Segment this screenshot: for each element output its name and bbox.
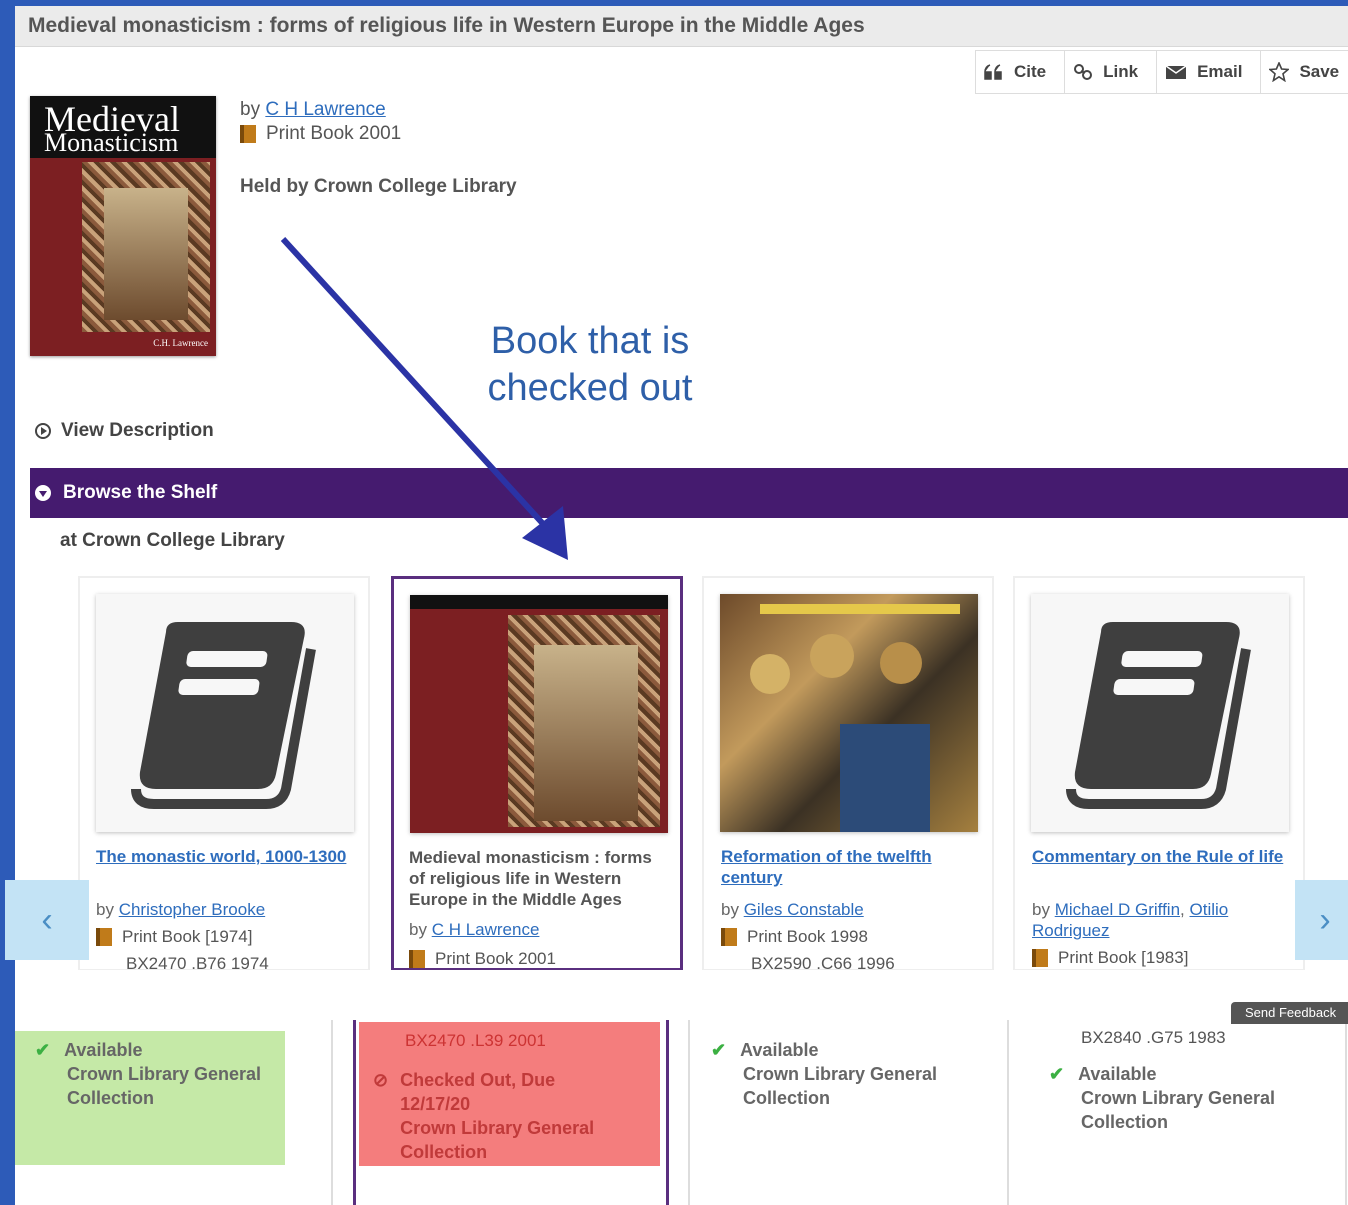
view-description-toggle[interactable]: View Description: [35, 420, 214, 442]
book-icon: [131, 622, 316, 809]
print-book-icon: [1032, 949, 1048, 967]
check-icon: ✔: [35, 1040, 51, 1060]
card-format: Print Book [1974]: [96, 927, 252, 947]
page: Medieval monasticism : forms of religiou…: [5, 6, 1348, 1205]
card-author: by Michael D Griffin, Otilio Rodriguez: [1032, 900, 1229, 940]
author-link[interactable]: C H Lawrence: [265, 99, 385, 121]
card-title-link[interactable]: The monastic world, 1000-1300: [96, 846, 358, 867]
book-icon: [1066, 622, 1251, 809]
ban-icon: ⊘: [373, 1070, 389, 1090]
record-title-bar: Medieval monasticism : forms of religiou…: [15, 6, 1348, 47]
card-format: Print Book [1983]: [1032, 948, 1188, 968]
card-author: by Christopher Brooke: [96, 900, 266, 919]
record-meta: by C H Lawrence Print Book 2001: [240, 99, 402, 144]
save-button[interactable]: Save: [1261, 51, 1348, 93]
quote-icon: [984, 64, 1002, 80]
shelf-card[interactable]: Reformation of the twelfth century by Gi…: [702, 576, 994, 973]
print-book-icon: [240, 125, 256, 143]
record-cover-image[interactable]: Medieval Monasticism C.H. Lawrence: [30, 96, 216, 356]
annotation-text: Book that is checked out: [487, 320, 693, 409]
chevron-left-icon: ‹: [41, 900, 53, 939]
link-icon: [1074, 64, 1093, 80]
availability-status: ✔ Available Crown Library General Collect…: [711, 1038, 981, 1110]
record-format: Print Book 2001: [266, 123, 402, 144]
print-book-icon: [409, 950, 425, 968]
card-cover-image: [720, 594, 978, 832]
send-feedback-button[interactable]: Send Feedback: [1231, 1002, 1348, 1024]
card-call-number: BX2840 .G75 1983: [1081, 1028, 1226, 1048]
card-author-link[interactable]: Christopher Brooke: [119, 900, 265, 919]
star-icon: [1269, 62, 1290, 82]
card-author-link[interactable]: Giles Constable: [744, 900, 864, 919]
print-book-icon: [721, 928, 737, 946]
shelf-card[interactable]: Commentary on the Rule of life by Michae…: [1013, 576, 1305, 971]
card-format: Print Book 2001: [409, 949, 556, 969]
availability-status: ✔ Available Crown Library General Collect…: [1049, 1062, 1339, 1134]
chevron-down-circle-icon: [35, 485, 51, 501]
card-cover-image: [410, 595, 668, 833]
action-toolbar: Cite Link Email Save: [975, 50, 1348, 94]
cover-title-line2: Monasticism: [44, 128, 179, 157]
card-author: by Giles Constable: [721, 900, 864, 919]
generic-book-thumbnail: [1031, 594, 1289, 832]
print-book-icon: [96, 928, 112, 946]
card-title: Medieval monasticism : forms of religiou…: [409, 848, 652, 909]
cover-artwork: [82, 162, 210, 332]
generic-book-thumbnail: [96, 594, 354, 832]
shelf-next-button[interactable]: ›: [1295, 880, 1348, 960]
card-title-link[interactable]: Reformation of the twelfth century: [721, 846, 983, 888]
cite-button[interactable]: Cite: [976, 51, 1066, 93]
chevron-right-icon: ›: [1319, 900, 1331, 939]
shelf-card-current[interactable]: Medieval monasticism : forms of religiou…: [391, 576, 683, 971]
card-title-link[interactable]: Commentary on the Rule of life: [1032, 846, 1294, 867]
check-icon: ✔: [711, 1040, 727, 1060]
shelf-prev-button[interactable]: ‹: [5, 880, 89, 960]
held-by-label: Held by Crown College Library: [240, 176, 517, 197]
card-author: by C H Lawrence: [409, 920, 540, 939]
screenshot-gap: [15, 970, 1348, 1020]
browse-shelf-header[interactable]: Browse the Shelf: [30, 468, 1348, 518]
email-button[interactable]: Email: [1157, 51, 1262, 93]
card-author-link[interactable]: C H Lawrence: [432, 920, 540, 939]
record-title: Medieval monasticism : forms of religiou…: [28, 14, 865, 37]
card-author-link[interactable]: Michael D Griffin: [1055, 900, 1180, 919]
card-format: Print Book 1998: [721, 927, 868, 947]
link-button[interactable]: Link: [1065, 51, 1158, 93]
check-icon: ✔: [1049, 1064, 1065, 1084]
availability-status: ✔ Available Crown Library General Collect…: [15, 1031, 285, 1165]
checked-out-status: BX2470 .L39 2001 ⊘ Checked Out, Due 12/1…: [359, 1022, 660, 1166]
shelf-card[interactable]: The monastic world, 1000-1300 by Christo…: [78, 576, 370, 973]
browse-location: at Crown College Library: [60, 530, 285, 551]
cover-author: C.H. Lawrence: [153, 338, 208, 348]
play-circle-icon: [35, 423, 51, 439]
card-call-number: BX2470 .L39 2001: [405, 1031, 546, 1050]
envelope-icon: [1165, 65, 1187, 79]
